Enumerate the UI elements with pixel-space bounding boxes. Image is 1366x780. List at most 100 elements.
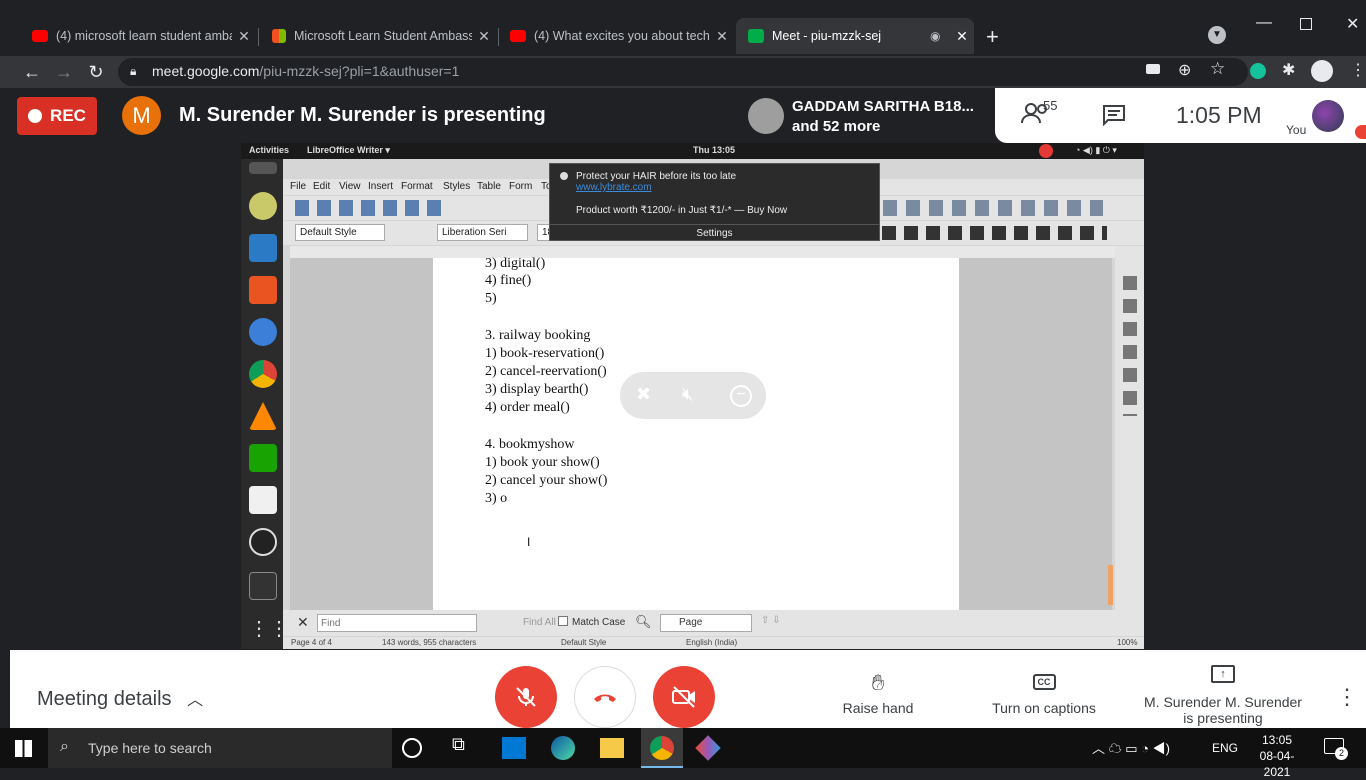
tab-search-icon[interactable]: ▼ (1208, 26, 1226, 44)
mic-toggle-button[interactable] (495, 666, 557, 728)
popup-settings-button[interactable]: Settings (550, 224, 879, 241)
app-menu-label[interactable]: LibreOffice Writer ▾ (307, 145, 390, 156)
captions-button[interactable]: CC Turn on captions (980, 670, 1108, 716)
taskbar-search[interactable]: Type here to search (48, 728, 392, 768)
taskbar-clock[interactable]: 13:05 08-04-2021 (1248, 732, 1306, 780)
menu-kebab-icon[interactable]: ⋮ (1350, 60, 1366, 80)
close-icon[interactable]: ✕ (232, 28, 256, 45)
scrollbar-thumb[interactable] (1108, 565, 1113, 605)
menu-format[interactable]: Format (401, 181, 433, 192)
terminal-icon[interactable] (249, 572, 277, 600)
minimize-icon[interactable]: — (1256, 14, 1272, 32)
tab-youtube-2[interactable]: (4) What excites you about techn ✕ (498, 18, 734, 54)
pdf-viewer-icon[interactable] (249, 486, 277, 514)
leave-call-button[interactable] (574, 666, 636, 728)
find-all-button[interactable]: Find All (523, 617, 556, 628)
popup-link[interactable]: www.lybrate.com (576, 182, 652, 193)
vlc-icon[interactable] (249, 402, 277, 430)
document-page[interactable] (433, 258, 959, 610)
maximize-icon[interactable] (1300, 18, 1312, 30)
writer-icon[interactable] (249, 234, 277, 262)
notification-count-badge: 2 (1335, 747, 1348, 760)
raise-hand-button[interactable]: ✋︎ Raise hand (830, 670, 926, 716)
close-icon[interactable]: ✕ (710, 28, 734, 45)
toolbar-icons[interactable] (295, 200, 445, 216)
cortana-icon[interactable] (402, 738, 422, 758)
menu-view[interactable]: View (339, 181, 361, 192)
more-options-icon[interactable]: ⋮ (1336, 684, 1358, 710)
forward-icon[interactable]: → (50, 56, 78, 88)
match-case-checkbox[interactable] (558, 616, 568, 626)
close-icon[interactable]: ✕ (950, 28, 974, 45)
app-grid-icon[interactable]: ⋮⋮⋮ (249, 616, 309, 644)
zoom-icon[interactable]: ⊕ (1178, 60, 1191, 80)
menu-file[interactable]: File (290, 181, 306, 192)
help-icon[interactable] (249, 318, 277, 346)
people-button[interactable]: 55 (1021, 98, 1057, 130)
presenter-hover-controls: ✖ 🔇︎ − (620, 372, 766, 419)
menu-form[interactable]: Form (509, 181, 532, 192)
remove-icon[interactable]: − (730, 385, 752, 407)
tab-youtube-1[interactable]: (4) microsoft learn student amba ✕ (20, 18, 256, 54)
chat-button[interactable] (1102, 104, 1126, 131)
present-screen-icon: ↑ (1132, 662, 1314, 694)
find-replace-icon[interactable]: 🔍︎ (635, 614, 652, 630)
libreoffice-sidebar (1115, 246, 1144, 610)
close-find-icon[interactable]: ✕ (297, 614, 309, 631)
rhythmbox-icon[interactable] (249, 192, 277, 220)
doc-line: 3) o (485, 491, 508, 506)
self-avatar[interactable] (1312, 100, 1344, 132)
windows-start-icon[interactable] (15, 740, 32, 757)
pin-off-icon[interactable]: ✖ (636, 384, 651, 405)
chrome-icon[interactable] (249, 360, 277, 388)
status-language: English (India) (686, 638, 738, 647)
profile-avatar[interactable] (1311, 60, 1333, 82)
alignment-icons[interactable] (882, 226, 1107, 240)
gnome-clock: Thu 13:05 (693, 145, 736, 155)
menu-edit[interactable]: Edit (313, 181, 330, 192)
reload-icon[interactable]: ↻ (82, 56, 110, 88)
tray-status-icons[interactable]: ◔ ◀) ▮ ⏻ ▾ (1075, 145, 1117, 156)
font-name-combo[interactable]: Liberation Seri (437, 224, 528, 241)
store-icon[interactable] (502, 737, 526, 759)
menu-table[interactable]: Table (477, 181, 501, 192)
close-window-icon[interactable]: ✕ (1346, 14, 1359, 34)
url-text[interactable]: meet.google.com/piu-mzzk-sej?pli=1&authu… (152, 63, 459, 79)
gnome-top-bar: Activities LibreOffice Writer ▾ Thu 13:0… (241, 143, 1144, 159)
menu-insert[interactable]: Insert (368, 181, 393, 192)
sidebar-deck-icons[interactable] (1123, 276, 1137, 416)
close-icon[interactable]: ✕ (472, 28, 496, 45)
tray-icons[interactable]: ︿ ☁ ▭ ◔ ◀) (1092, 738, 1170, 757)
dock-item[interactable] (249, 162, 277, 174)
search-scope-combo[interactable]: Page (660, 614, 752, 632)
mute-off-icon[interactable]: 🔇︎ (682, 384, 693, 405)
menu-styles[interactable]: Styles (443, 181, 470, 192)
edge-icon[interactable] (551, 736, 575, 760)
toolbar-icons[interactable] (883, 200, 1103, 216)
obs-icon[interactable] (249, 528, 277, 556)
calc-icon[interactable] (249, 444, 277, 472)
camera-icon[interactable] (1146, 64, 1160, 74)
find-input[interactable] (317, 614, 477, 632)
paragraph-style-combo[interactable]: Default Style (295, 224, 385, 241)
camera-toggle-button[interactable] (653, 666, 715, 728)
language-indicator[interactable]: ENG (1212, 741, 1238, 755)
status-page-style: Default Style (561, 638, 607, 647)
ad-notification[interactable]: Protect your HAIR before its too late ww… (549, 163, 880, 241)
doc-line: 1) book your show() (485, 455, 600, 470)
back-icon[interactable]: ← (18, 56, 46, 88)
doc-line: 2) cancel your show() (485, 473, 608, 488)
meeting-details-button[interactable]: Meeting details ︿ (37, 686, 203, 711)
tab-meet[interactable]: Meet - piu-mzzk-sej ◉ ✕ (736, 18, 974, 54)
software-center-icon[interactable] (249, 276, 277, 304)
presenting-button[interactable]: ↑ M. Surender M. Surender is presenting (1132, 662, 1314, 726)
extensions-icon[interactable]: ✱ (1282, 60, 1295, 80)
grammarly-icon[interactable] (1250, 63, 1266, 79)
task-view-icon[interactable]: ⧉ (452, 734, 480, 762)
new-tab-icon[interactable]: + (986, 24, 999, 50)
find-prev-next-icons[interactable]: ⇧ ⇩ (761, 615, 781, 626)
activities-label[interactable]: Activities (249, 145, 289, 155)
bookmark-star-icon[interactable]: ☆ (1210, 59, 1225, 79)
tab-microsoft-learn[interactable]: Microsoft Learn Student Ambass ✕ (260, 18, 496, 54)
file-explorer-icon[interactable] (600, 738, 624, 758)
